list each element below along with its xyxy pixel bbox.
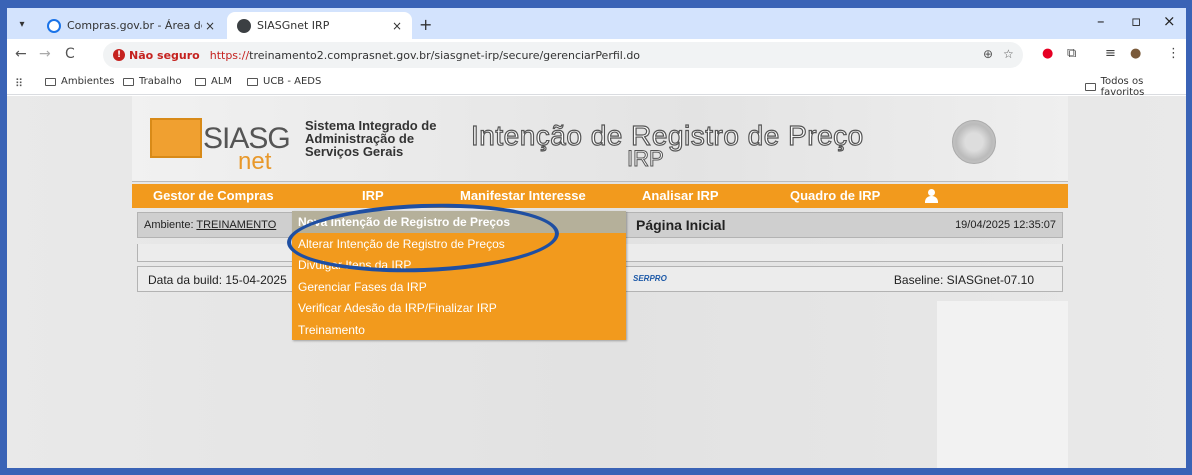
apps-grid-icon[interactable]: ⠿ (15, 77, 23, 90)
tab-close-icon[interactable]: × (392, 19, 402, 33)
bookmark-trabalho[interactable]: Trabalho (123, 76, 182, 87)
warning-icon: ! (113, 49, 125, 61)
maximize-button[interactable]: ▫ (1131, 12, 1141, 30)
page-title: Página Inicial (636, 217, 726, 233)
dropdown-divulgar-itens[interactable]: Divulgar Itens da IRP (292, 254, 626, 276)
system-name-line: Serviços Gerais (305, 144, 404, 159)
build-date: Data da build: 15-04-2025 (148, 273, 287, 287)
url-scheme: https:// (209, 48, 250, 62)
tab-search-icon[interactable]: ▾ (13, 15, 31, 33)
profile-avatar[interactable]: ● (1130, 46, 1141, 61)
coat-of-arms-icon (952, 120, 996, 164)
bookmark-ucb-aeds[interactable]: UCB - AEDS (247, 76, 321, 87)
user-icon-head (928, 189, 935, 196)
user-icon-body (925, 196, 938, 203)
browser-toolbar: ← → C ! Não seguro https://treinamento2.… (7, 39, 1186, 71)
minimize-button[interactable]: – (1097, 12, 1105, 30)
tab-title: SIASGnet IRP (257, 19, 330, 32)
forward-button[interactable]: → (39, 46, 51, 62)
bookmark-label: UCB - AEDS (263, 76, 322, 87)
all-bookmarks[interactable]: Todos os favoritos (1085, 76, 1186, 98)
security-indicator[interactable]: ! Não seguro (113, 49, 200, 62)
irp-dropdown-menu: Nova Intenção de Registro de Preços Alte… (292, 211, 626, 340)
folder-icon (1085, 83, 1096, 91)
new-tab-button[interactable]: + (419, 15, 432, 34)
address-bar[interactable]: ! Não seguro https://treinamento2.compra… (103, 42, 1023, 68)
bookmark-label: Trabalho (139, 76, 182, 87)
reading-list-icon[interactable]: ≡ (1105, 46, 1116, 61)
menu-irp[interactable]: IRP (362, 188, 384, 203)
user-icon[interactable] (924, 189, 938, 203)
tab-compras[interactable]: Compras.gov.br - Área de Trab… × (37, 12, 225, 39)
module-title: Intenção de Registro de Preço (470, 119, 864, 151)
browser-window: ▾ Compras.gov.br - Área de Trab… × SIASG… (7, 8, 1186, 468)
serpro-logo: SERPRO (633, 274, 667, 283)
bookmarks-bar: ⠿ Ambientes Trabalho ALM UCB - AEDS Todo… (7, 71, 1186, 98)
tab-title: Compras.gov.br - Área de Trab… (67, 19, 202, 32)
bookmark-label: Todos os favoritos (1100, 76, 1145, 98)
folder-icon (195, 77, 206, 86)
menu-gestor-de-compras[interactable]: Gestor de Compras (153, 188, 274, 203)
folder-icon (45, 77, 56, 86)
right-panel (937, 301, 1068, 468)
siasg-net-logo: SIASG net (150, 118, 291, 176)
bookmark-alm[interactable]: ALM (195, 76, 232, 87)
tab-close-icon[interactable]: × (205, 19, 215, 33)
url-text[interactable]: https://treinamento2.comprasnet.gov.br/s… (210, 49, 640, 62)
bookmark-label: ALM (211, 76, 233, 87)
tab-strip: ▾ Compras.gov.br - Área de Trab… × SIASG… (7, 8, 1186, 39)
environment-link[interactable]: TREINAMENTO (196, 219, 276, 231)
folder-icon (247, 77, 258, 86)
globe-favicon-icon (237, 18, 251, 33)
environment-label: Ambiente: (144, 219, 194, 231)
extensions-icon[interactable]: ⧉ (1067, 46, 1076, 61)
tab-siasgnet[interactable]: SIASGnet IRP × (227, 12, 412, 39)
bookmark-label: Ambientes (61, 76, 115, 87)
folder-icon (123, 77, 134, 86)
logo-mark-icon (150, 118, 202, 158)
datetime: 19/04/2025 12:35:07 (955, 219, 1056, 231)
menu-kebab-icon[interactable]: ⋮ (1167, 46, 1180, 61)
reload-button[interactable]: C (65, 46, 75, 62)
compras-favicon-icon (47, 18, 61, 33)
module-subtitle: IRP (627, 146, 665, 172)
bookmark-ambientes[interactable]: Ambientes (45, 76, 114, 87)
back-button[interactable]: ← (15, 46, 27, 62)
baseline: Baseline: SIASGnet-07.10 (893, 273, 1034, 287)
menu-quadro-de-irp[interactable]: Quadro de IRP (790, 188, 880, 203)
close-window-button[interactable]: × (1163, 12, 1176, 30)
dropdown-nova-irp[interactable]: Nova Intenção de Registro de Preços (292, 211, 626, 233)
logo-sub-text: net (238, 148, 272, 175)
url-rest: treinamento2.comprasnet.gov.br/siasgnet-… (249, 48, 641, 62)
menu-analisar-irp[interactable]: Analisar IRP (642, 188, 719, 203)
system-name: Sistema Integrado de Administração de Se… (305, 119, 465, 158)
dropdown-alterar-irp[interactable]: Alterar Intenção de Registro de Preços (292, 233, 626, 255)
bookmark-star-icon[interactable]: ☆ (1003, 47, 1014, 61)
security-label: Não seguro (129, 48, 200, 62)
dropdown-verificar-adesao[interactable]: Verificar Adesão da IRP/Finalizar IRP (292, 297, 626, 319)
menu-manifestar-interesse[interactable]: Manifestar Interesse (460, 188, 586, 203)
environment-info: Ambiente: TREINAMENTO (144, 219, 276, 231)
main-menu: Gestor de Compras IRP Manifestar Interes… (132, 184, 1068, 208)
dropdown-treinamento[interactable]: Treinamento (292, 319, 626, 341)
pinterest-extension-icon[interactable]: ● (1042, 46, 1053, 61)
zoom-icon[interactable]: ⊕ (983, 47, 993, 61)
page-content: SIASG net Sistema Integrado de Administr… (7, 96, 1186, 468)
dropdown-gerenciar-fases[interactable]: Gerenciar Fases da IRP (292, 276, 626, 298)
